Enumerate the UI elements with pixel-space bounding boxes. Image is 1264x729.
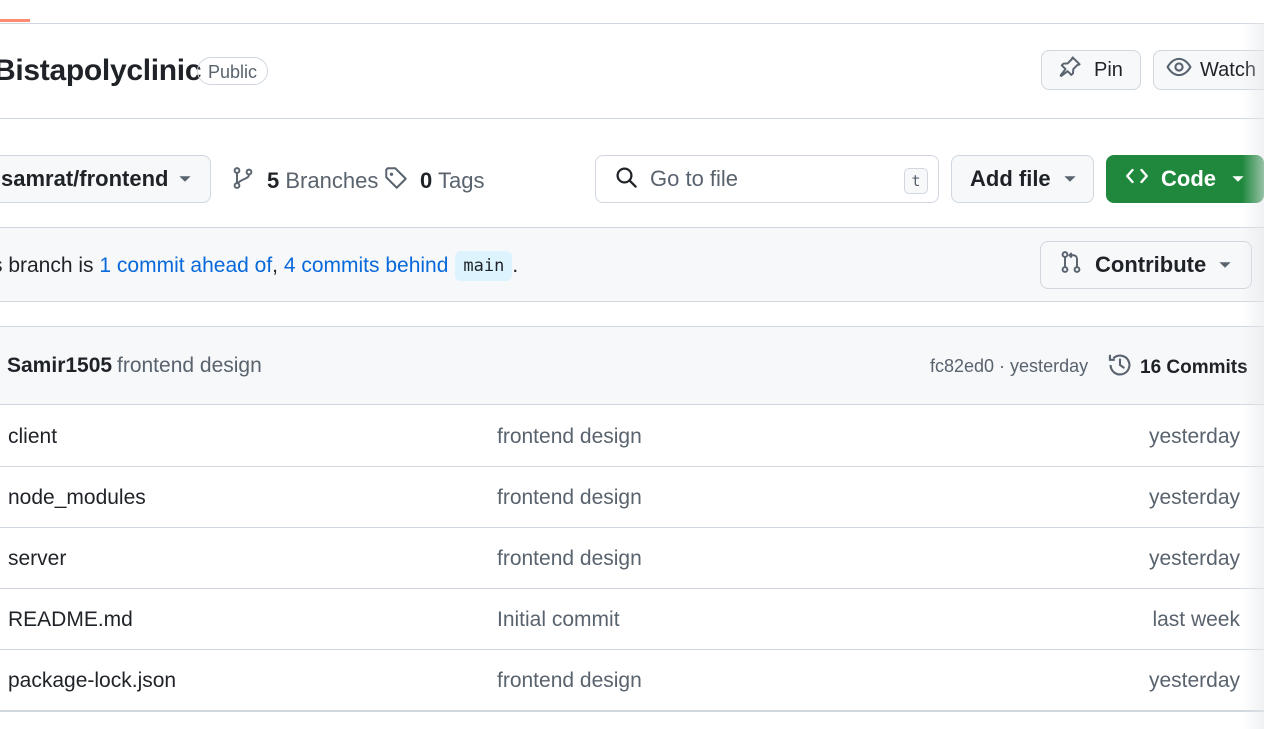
commits-ahead-link[interactable]: 1 commit ahead of — [99, 254, 272, 278]
file-commit-message[interactable]: frontend design — [497, 425, 642, 449]
pin-button[interactable]: Pin — [1041, 50, 1141, 90]
file-name[interactable]: README.md — [8, 608, 133, 632]
tags-link[interactable]: 0 Tags — [384, 166, 484, 196]
file-name[interactable]: package-lock.json — [8, 669, 176, 693]
file-commit-message[interactable]: Initial commit — [497, 608, 620, 632]
file-row[interactable]: README.md Initial commit last week — [0, 589, 1264, 650]
pin-icon — [1058, 55, 1082, 85]
file-row[interactable]: package-lock.json frontend design yester… — [0, 650, 1264, 711]
tags-count: 0 — [420, 168, 433, 193]
code-icon — [1125, 164, 1149, 194]
search-placeholder: Go to file — [650, 166, 739, 191]
chevron-down-icon — [178, 166, 192, 192]
file-commit-message[interactable]: frontend design — [497, 669, 642, 693]
file-row[interactable]: client frontend design yesterday — [0, 406, 1264, 467]
file-name[interactable]: client — [8, 425, 57, 449]
file-row[interactable]: node_modules frontend design yesterday — [0, 467, 1264, 528]
commits-behind-link[interactable]: 4 commits behind — [284, 254, 449, 278]
pull-request-icon — [1059, 250, 1083, 280]
history-icon — [1107, 352, 1133, 384]
file-commit-message[interactable]: frontend design — [497, 486, 642, 510]
compare-separator: , — [272, 254, 284, 277]
branch-name: samrat/frontend — [1, 166, 169, 191]
file-commit-message[interactable]: frontend design — [497, 547, 642, 571]
scroll-shadow — [1242, 23, 1264, 729]
chevron-down-icon — [1063, 166, 1077, 192]
file-time: yesterday — [1148, 547, 1240, 570]
contribute-button[interactable]: Contribute — [1040, 241, 1252, 289]
file-time: yesterday — [1148, 486, 1240, 509]
visibility-badge: Public — [197, 57, 269, 85]
repo-title[interactable]: Bistapolyclinic — [0, 54, 202, 88]
compare-suffix: . — [512, 254, 519, 277]
add-file-label: Add file — [970, 166, 1051, 191]
commits-count: 16 Commits — [1140, 357, 1248, 378]
go-to-file-input[interactable]: Go to file t — [595, 155, 939, 203]
commit-hash-time[interactable]: fc82ed0 · yesterday — [930, 356, 1088, 377]
commit-message[interactable]: frontend design — [117, 354, 262, 378]
active-tab-indicator — [0, 19, 30, 22]
branches-count: 5 — [267, 168, 280, 193]
base-branch-label: main — [455, 251, 513, 281]
search-icon — [614, 165, 638, 194]
file-time: yesterday — [1148, 425, 1240, 448]
commits-history-link[interactable]: 16 Commits — [1107, 352, 1248, 384]
branch-icon — [231, 166, 255, 196]
pin-label: Pin — [1094, 58, 1123, 81]
branches-link[interactable]: 5 Branches — [231, 166, 378, 196]
file-time: yesterday — [1148, 669, 1240, 692]
compare-prefix: s branch is — [0, 254, 100, 277]
code-label: Code — [1161, 166, 1216, 191]
branches-label: Branches — [285, 168, 379, 193]
add-file-button[interactable]: Add file — [951, 155, 1094, 203]
repo-tab-nav — [0, 0, 1264, 24]
shortcut-key: t — [904, 168, 928, 194]
eye-icon — [1166, 54, 1192, 86]
commit-author[interactable]: Samir1505 — [7, 354, 112, 378]
file-time: last week — [1152, 608, 1240, 631]
branch-compare-text: s branch is 1 commit ahead of , 4 commit… — [0, 251, 518, 281]
tag-icon — [384, 166, 408, 196]
code-button[interactable]: Code — [1106, 155, 1264, 203]
tags-label: Tags — [437, 168, 485, 193]
file-name[interactable]: node_modules — [8, 486, 146, 510]
file-row[interactable]: server frontend design yesterday — [0, 528, 1264, 589]
header-divider — [0, 118, 1264, 119]
contribute-label: Contribute — [1095, 252, 1207, 277]
file-name[interactable]: server — [8, 547, 66, 571]
branch-selector[interactable]: samrat/frontend — [0, 155, 211, 203]
chevron-down-icon — [1218, 252, 1232, 278]
